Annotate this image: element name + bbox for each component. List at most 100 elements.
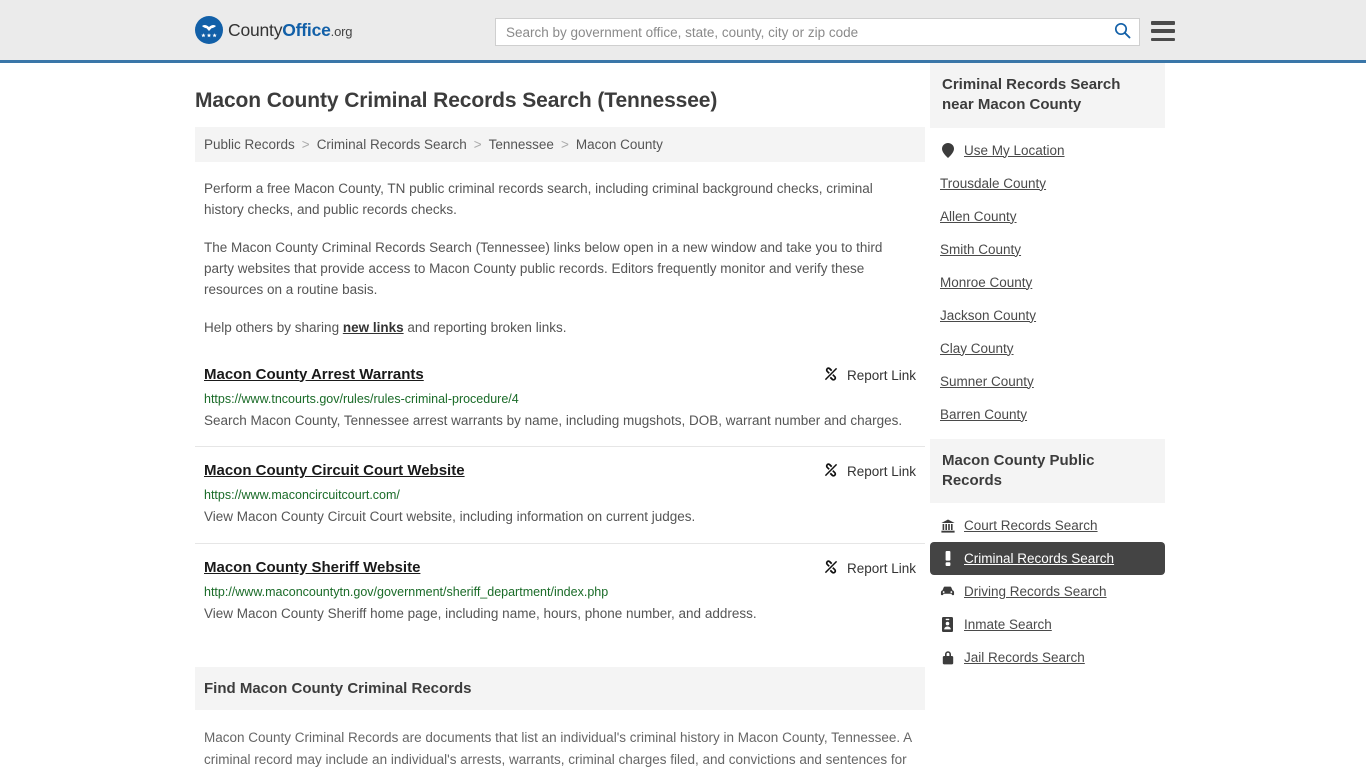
nearby-item-label: Monroe County — [940, 274, 1033, 290]
records-item-criminal-records-search[interactable]: Criminal Records Search — [930, 542, 1165, 575]
nearby-item-label: Allen County — [940, 208, 1017, 224]
main-content: Macon County Criminal Records Search (Te… — [195, 63, 925, 768]
search-input[interactable] — [496, 19, 1105, 45]
car-icon — [940, 586, 955, 597]
nearby-item-monroe-county[interactable]: Monroe County — [930, 266, 1165, 299]
result-url: https://www.maconcircuitcourt.com/ — [204, 488, 400, 503]
result-description: View Macon County Circuit Court website,… — [204, 509, 696, 525]
nearby-item-smith-county[interactable]: Smith County — [930, 233, 1165, 266]
result-title-link[interactable]: Macon County Sheriff Website — [204, 558, 420, 578]
result-item: Macon County Arrest Warrants Report Link h… — [195, 365, 925, 448]
site-logo[interactable]: CountyOffice.org — [195, 16, 352, 44]
intro-paragraph-2: The Macon County Criminal Records Search… — [204, 239, 883, 297]
share-text-after: and reporting broken links. — [403, 319, 567, 335]
search-button[interactable] — [1105, 19, 1139, 45]
result-title-link[interactable]: Macon County Circuit Court Website — [204, 461, 465, 481]
records-item-label: Driving Records Search — [964, 584, 1107, 599]
unlink-icon — [823, 559, 839, 578]
nearby-item-use-my-location[interactable]: Use My Location — [930, 134, 1165, 167]
breadcrumb-separator: > — [473, 137, 482, 152]
nearby-search-card: Criminal Records Search near Macon Count… — [930, 63, 1165, 431]
result-header: Macon County Sheriff Website Report Link — [204, 558, 916, 578]
report-link-label: Report Link — [846, 464, 916, 480]
result-description: View Macon County Sheriff home page, inc… — [204, 605, 757, 621]
find-records-body: Macon County Criminal Records are docume… — [204, 730, 912, 767]
eagle-shield-icon — [195, 16, 223, 44]
find-records-heading: Find Macon County Criminal Records — [195, 667, 925, 711]
nearby-item-barren-county[interactable]: Barren County — [930, 398, 1165, 431]
result-url: https://www.tncourts.gov/rules/rules-cri… — [204, 391, 519, 406]
results-list: Macon County Arrest Warrants Report Link h… — [195, 365, 925, 640]
result-header: Macon County Arrest Warrants Report Link — [204, 365, 916, 385]
share-text-before: Help others by sharing — [204, 319, 343, 335]
map-pin-icon — [940, 142, 955, 158]
site-logo-text: CountyOffice.org — [228, 20, 352, 41]
lock-icon — [940, 650, 955, 665]
records-item-label: Criminal Records Search — [964, 551, 1115, 566]
hamburger-bar — [1151, 21, 1175, 25]
nearby-item-clay-county[interactable]: Clay County — [930, 332, 1165, 365]
records-item-inmate-search[interactable]: Inmate Search — [930, 608, 1165, 641]
records-item-jail-records-search[interactable]: Jail Records Search — [930, 641, 1165, 674]
records-item-label: Jail Records Search — [964, 650, 1085, 665]
nearby-item-label: Barren County — [940, 406, 1028, 422]
breadcrumb-separator: > — [301, 137, 310, 152]
report-link-label: Report Link — [846, 560, 916, 576]
nearby-item-label: Clay County — [940, 340, 1014, 356]
nearby-item-label: Sumner County — [940, 373, 1034, 389]
records-item-label: Inmate Search — [964, 617, 1052, 632]
breadcrumb-item-4[interactable]: Macon County — [576, 137, 663, 152]
result-item: Macon County Circuit Court Website Report… — [195, 461, 925, 544]
nearby-item-label: Trousdale County — [940, 175, 1047, 191]
breadcrumb-item-1[interactable]: Public Records — [204, 137, 295, 152]
nearby-item-trousdale-county[interactable]: Trousdale County — [930, 167, 1165, 200]
result-title-link[interactable]: Macon County Arrest Warrants — [204, 365, 424, 385]
id-card-icon — [940, 617, 955, 632]
exclamation-icon — [940, 551, 955, 566]
report-link-button[interactable]: Report Link — [823, 558, 916, 578]
records-item-label: Court Records Search — [964, 518, 1098, 533]
records-item-court-records-search[interactable]: Court Records Search — [930, 509, 1165, 542]
page-title: Macon County Criminal Records Search (Te… — [195, 89, 718, 112]
result-description: Search Macon County, Tennessee arrest wa… — [204, 412, 903, 428]
intro-paragraph-1: Perform a free Macon County, TN public c… — [204, 181, 873, 217]
nearby-item-label: Use My Location — [964, 142, 1065, 158]
find-records-section: Find Macon County Criminal Records Macon… — [195, 667, 925, 768]
breadcrumb-separator: > — [560, 137, 569, 152]
report-link-button[interactable]: Report Link — [823, 461, 916, 481]
page-body: Macon County Criminal Records Search (Te… — [0, 63, 1366, 768]
public-records-heading: Macon County Public Records — [930, 438, 1165, 503]
intro-section: Perform a free Macon County, TN public c… — [195, 179, 925, 339]
public-records-list: Court Records Search Criminal Records Sea… — [930, 503, 1165, 674]
sidebar: Criminal Records Search near Macon Count… — [930, 63, 1165, 768]
site-header: CountyOffice.org — [0, 0, 1366, 63]
logo-text-office: Office — [282, 19, 331, 40]
nearby-search-list: Use My Location Trousdale County Allen Cou… — [930, 128, 1165, 431]
courthouse-icon — [940, 519, 955, 533]
nearby-item-sumner-county[interactable]: Sumner County — [930, 365, 1165, 398]
nearby-item-allen-county[interactable]: Allen County — [930, 200, 1165, 233]
breadcrumb-item-2[interactable]: Criminal Records Search — [317, 137, 467, 152]
nearby-search-heading: Criminal Records Search near Macon Count… — [930, 63, 1165, 128]
result-url: http://www.maconcountytn.gov/government/… — [204, 584, 609, 599]
search-icon — [1114, 22, 1131, 42]
search-bar — [495, 18, 1140, 46]
intro-paragraph-3: Help others by sharing new links and rep… — [204, 318, 914, 339]
breadcrumb-item-3[interactable]: Tennessee — [489, 137, 554, 152]
breadcrumb: Public Records > Criminal Records Search > T… — [195, 127, 925, 162]
report-link-label: Report Link — [846, 367, 916, 383]
hamburger-bar — [1151, 29, 1175, 33]
records-item-driving-records-search[interactable]: Driving Records Search — [930, 575, 1165, 608]
report-link-button[interactable]: Report Link — [823, 365, 916, 385]
new-links-link[interactable]: new links — [343, 320, 404, 335]
logo-text-org: .org — [330, 23, 353, 39]
hamburger-menu-icon[interactable] — [1151, 21, 1175, 41]
logo-text-county: County — [228, 19, 283, 40]
public-records-card: Macon County Public Records Court Record… — [930, 438, 1165, 675]
nearby-item-jackson-county[interactable]: Jackson County — [930, 299, 1165, 332]
result-item: Macon County Sheriff Website Report Link h… — [195, 558, 925, 640]
result-header: Macon County Circuit Court Website Report… — [204, 461, 916, 481]
nearby-item-label: Smith County — [940, 241, 1022, 257]
unlink-icon — [823, 366, 839, 385]
hamburger-bar — [1151, 37, 1175, 41]
